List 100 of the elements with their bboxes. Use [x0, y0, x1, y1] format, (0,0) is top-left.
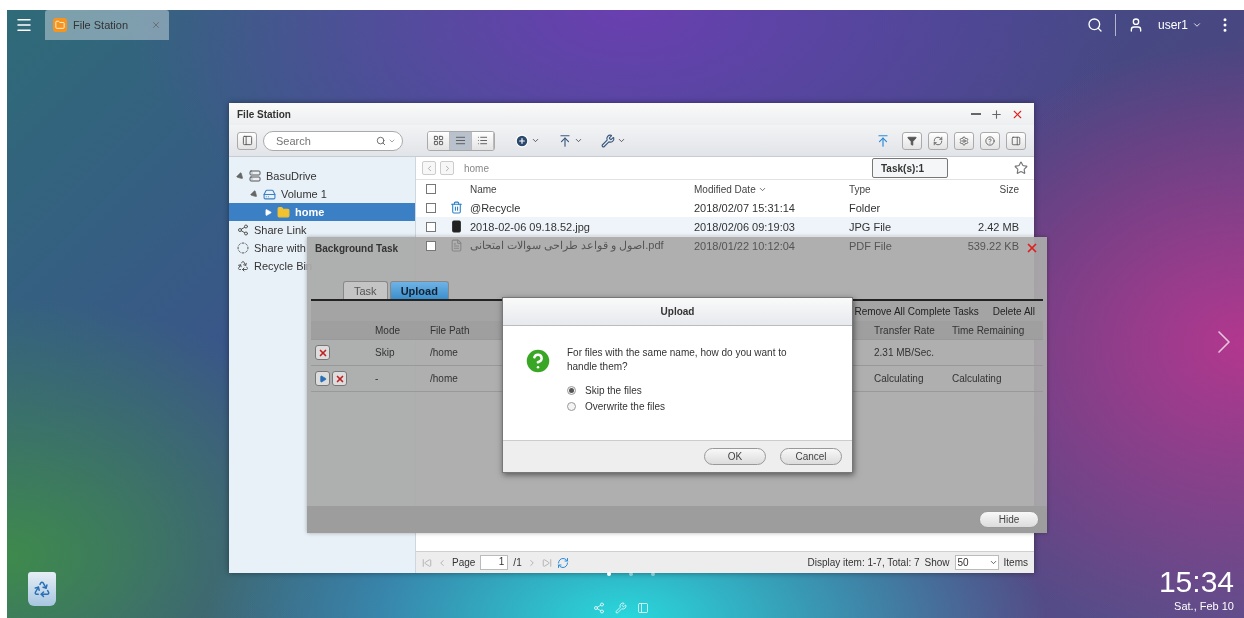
- filter-button[interactable]: [902, 131, 922, 150]
- help-icon: [523, 346, 553, 376]
- tree-item[interactable]: BasuDrive: [229, 167, 320, 185]
- page-dot[interactable]: [651, 572, 655, 576]
- path-cell-text: /home: [429, 347, 458, 358]
- file-size: 2.42 MB: [977, 220, 1019, 233]
- dialog-button[interactable]: Cancel: [780, 448, 842, 465]
- list-icon: [455, 135, 466, 146]
- modified-date: 2018/01/22 10:12:04: [694, 239, 796, 252]
- resume-button[interactable]: [315, 371, 330, 386]
- mode-cell-text: -: [374, 373, 379, 384]
- refresh-icon: [933, 135, 943, 146]
- view-mode-button[interactable]: [428, 131, 450, 150]
- expand-icon[interactable]: [265, 208, 272, 216]
- settings-button[interactable]: [954, 131, 974, 150]
- checkbox[interactable]: [426, 240, 436, 251]
- refresh-icon[interactable]: [556, 556, 569, 569]
- sidebar-toggle-button[interactable]: [237, 131, 257, 150]
- mode-cell-text: Skip: [374, 347, 395, 358]
- page-dot[interactable]: [607, 572, 611, 576]
- radio-option[interactable]: Skip the files: [567, 385, 797, 396]
- file-type: JPG File: [849, 220, 893, 233]
- items-per-page-select[interactable]: 50: [954, 555, 999, 570]
- file-icon: [450, 239, 463, 252]
- help-icon: [985, 135, 995, 146]
- file-size: 539.22 KB: [966, 239, 1019, 252]
- clock: 15:34: [1158, 567, 1234, 597]
- column-header[interactable]: Modified Date: [694, 183, 849, 195]
- column-header: Mode: [374, 324, 400, 336]
- close-icon: [334, 373, 345, 384]
- path-cell-text: /home: [429, 373, 458, 384]
- expand-icon[interactable]: [235, 171, 246, 181]
- page-field[interactable]: 1: [480, 555, 509, 570]
- tab[interactable]: Upload: [389, 281, 449, 299]
- star-icon[interactable]: [1014, 161, 1028, 175]
- radio-option[interactable]: Overwrite the files: [567, 401, 797, 412]
- column-header: Time Remaining: [951, 324, 1025, 336]
- play-icon: [318, 374, 327, 383]
- search-icon: [376, 135, 386, 146]
- caret-icon: [1192, 20, 1202, 30]
- view-mode-switch[interactable]: [427, 130, 495, 151]
- panel-button[interactable]: [1006, 131, 1026, 150]
- caret-icon: [988, 558, 998, 567]
- close-icon: [317, 347, 328, 358]
- tree-item[interactable]: home: [229, 203, 415, 221]
- help-button[interactable]: [980, 131, 1000, 150]
- file-name: 2018-02-06 09.18.52.jpg: [470, 220, 591, 233]
- folder-icon: [53, 18, 67, 32]
- search-field[interactable]: Search: [263, 130, 403, 151]
- rate-cell-text: Calculating: [873, 373, 924, 384]
- column-header: Transfer Rate: [873, 324, 935, 336]
- file-name: @Recycle: [470, 201, 522, 214]
- tab[interactable]: Task: [343, 281, 388, 299]
- page-dot[interactable]: [629, 572, 633, 576]
- recycle-bin-icon[interactable]: [28, 572, 56, 606]
- tree-item[interactable]: Share Link: [229, 221, 310, 239]
- file-row[interactable]: @Recycle 2018/02/07 15:31:14 Folder: [416, 198, 1034, 217]
- checkbox[interactable]: [426, 221, 436, 232]
- modified-date: 2018/02/06 09:19:03: [694, 220, 796, 233]
- checkbox[interactable]: [426, 184, 436, 194]
- column-header[interactable]: Type: [849, 183, 939, 195]
- shared-icon: [237, 242, 249, 254]
- nas-icon: [249, 170, 261, 182]
- dialog-message: For files with the same name, how do you want to handle them?: [567, 346, 788, 373]
- filter-icon: [907, 135, 917, 146]
- column-header[interactable]: Name: [470, 183, 694, 195]
- column-header[interactable]: Size: [939, 183, 1019, 195]
- phone-icon: [450, 220, 463, 233]
- app-tab[interactable]: File Station: [45, 10, 169, 40]
- cancel-button[interactable]: [332, 371, 347, 386]
- show-label: Show: [924, 557, 950, 568]
- file-type: PDF File: [849, 239, 893, 252]
- refresh-button[interactable]: [928, 131, 948, 150]
- recycle-bin-icon: [450, 201, 463, 214]
- page-label: Page: [452, 557, 476, 568]
- dialog-button[interactable]: OK: [704, 448, 766, 465]
- window-title: File Station: [237, 108, 291, 120]
- tree-item[interactable]: Share with: [229, 239, 309, 257]
- expand-icon[interactable]: [249, 189, 260, 199]
- display-count: Display item: 1-7, Total: 7: [807, 557, 920, 568]
- cancel-button[interactable]: [315, 345, 330, 360]
- dialog-title: Upload: [660, 306, 695, 317]
- drive-icon: [263, 187, 276, 201]
- panel-title: Background Task: [315, 242, 399, 254]
- detail-list-icon: [477, 135, 488, 146]
- checkbox[interactable]: [426, 202, 436, 213]
- panel-icon: [1011, 135, 1021, 146]
- close-icon[interactable]: [1025, 241, 1039, 255]
- view-mode-button[interactable]: [450, 131, 472, 150]
- date: Sat., Feb 10: [1174, 600, 1234, 612]
- minimize-icon: [971, 113, 981, 115]
- user-menu[interactable]: user1: [1155, 16, 1204, 34]
- file-row[interactable]: 2018-02-06 09.18.52.jpg 2018/02/06 09:19:03 JPG File 2.42 MB: [416, 217, 1034, 236]
- tree-item[interactable]: Volume 1: [229, 185, 330, 203]
- view-mode-button[interactable]: [472, 131, 494, 150]
- action-link[interactable]: Remove All Complete Tasks: [854, 305, 979, 317]
- action-link[interactable]: Delete All: [992, 305, 1035, 317]
- rate-cell-text: 2.31 MB/Sec.: [873, 347, 935, 358]
- hide-button[interactable]: Hide: [979, 511, 1039, 528]
- share-icon: [237, 224, 249, 236]
